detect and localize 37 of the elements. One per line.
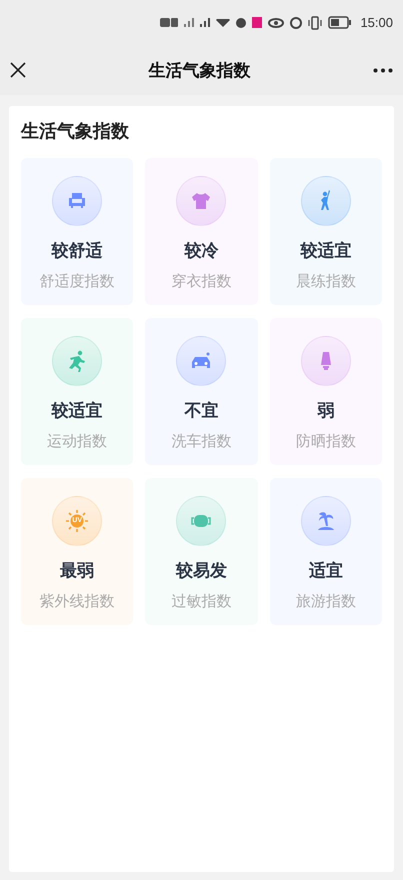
status-time: 15:00: [360, 15, 393, 30]
index-card[interactable]: 较冷 穿衣指数: [145, 158, 258, 305]
signal-icon: [200, 18, 210, 27]
index-card[interactable]: 较适宜 晨练指数: [270, 158, 382, 305]
index-label: 紫外线指数: [40, 591, 115, 612]
index-card[interactable]: 不宜 洗车指数: [145, 318, 258, 465]
index-value: 弱: [317, 400, 334, 423]
index-value: 较舒适: [52, 240, 103, 263]
index-card[interactable]: 适宜 旅游指数: [270, 478, 382, 625]
signal-icon: [184, 18, 194, 27]
index-value: 较适宜: [300, 240, 352, 263]
index-label: 过敏指数: [171, 591, 232, 612]
index-card[interactable]: 较舒适 舒适度指数: [21, 158, 134, 305]
index-card[interactable]: 较适宜 运动指数: [21, 318, 134, 465]
index-value: 适宜: [308, 560, 343, 583]
wifi-icon: [216, 18, 230, 26]
index-value: 较易发: [176, 560, 227, 583]
section-title: 生活气象指数: [21, 120, 130, 144]
eye-icon: [268, 18, 284, 28]
index-card[interactable]: 弱 防晒指数: [270, 318, 382, 465]
index-value: 最弱: [60, 560, 94, 583]
index-label: 舒适度指数: [40, 271, 115, 292]
index-label: 穿衣指数: [171, 271, 232, 292]
battery-icon: [328, 16, 352, 29]
index-value: 不宜: [184, 400, 218, 423]
close-icon[interactable]: [10, 62, 26, 78]
page-title: 生活气象指数: [148, 60, 250, 82]
more-icon[interactable]: [373, 68, 393, 72]
index-label: 旅游指数: [296, 591, 356, 612]
index-card[interactable]: 较易发 过敏指数: [145, 478, 258, 625]
index-label: 晨练指数: [296, 271, 356, 292]
index-label: 洗车指数: [171, 431, 232, 452]
index-label: 运动指数: [47, 431, 108, 452]
index-value: 较冷: [184, 240, 218, 263]
index-value: 较适宜: [52, 400, 103, 423]
vibrate-icon: [308, 16, 322, 30]
index-label: 防晒指数: [296, 431, 356, 452]
